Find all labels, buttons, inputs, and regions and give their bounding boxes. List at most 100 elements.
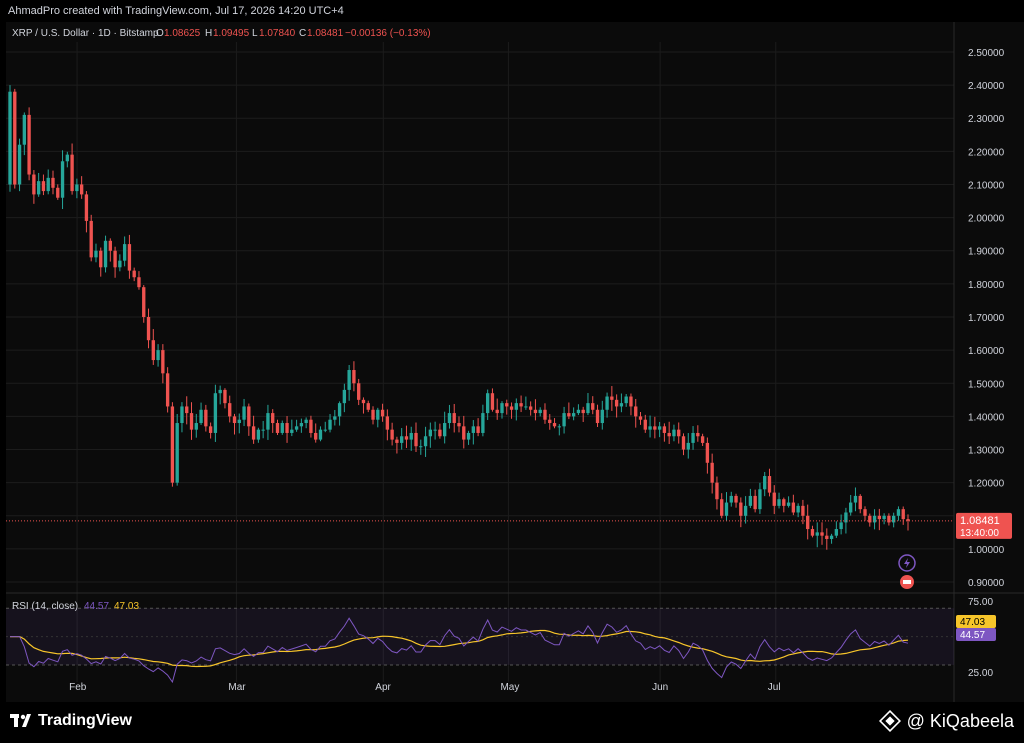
candle-body [285, 423, 289, 433]
candle-body [175, 423, 179, 483]
high-value: 1.09495 [213, 28, 250, 39]
candle-body [84, 194, 89, 221]
candle-body [194, 423, 198, 430]
time-axis-tick: Apr [375, 682, 391, 693]
candle-body [13, 91, 17, 185]
price-axis-tick: 1.90000 [968, 247, 1005, 258]
candle-body [99, 250, 103, 268]
candle-body [294, 426, 299, 430]
candle-body [323, 429, 327, 431]
candle-body [829, 535, 834, 539]
candle-body [165, 373, 170, 407]
candle-body [423, 436, 428, 447]
candle-body [591, 403, 595, 410]
candle-body [347, 370, 351, 390]
candle-body [753, 495, 757, 510]
candle-body [806, 515, 810, 530]
candle-body [576, 409, 581, 414]
flag-icon[interactable] [900, 575, 914, 589]
candle-body [118, 260, 122, 268]
price-axis-tick: 1.50000 [968, 379, 1005, 390]
candle-body [514, 403, 518, 410]
price-axis-tick: 2.20000 [968, 147, 1005, 158]
candle-body [466, 432, 471, 440]
candle-body [557, 426, 561, 428]
candle-body [32, 174, 36, 195]
candle-body [103, 240, 108, 268]
candle-body [677, 429, 681, 437]
candle-body [204, 409, 208, 427]
candle-body [371, 409, 375, 420]
candle-body [228, 403, 232, 417]
candle-body [256, 429, 261, 440]
candle-body [505, 403, 509, 407]
candle-body [614, 399, 619, 407]
candle-body [318, 429, 323, 440]
candle-body [485, 393, 490, 414]
candle-body [75, 184, 79, 192]
price-chart-svg[interactable]: 2.50000 2.40000 2.30000 2.20000 2.10000 2.000… [6, 22, 1024, 702]
candle-body [51, 177, 55, 188]
candle-body [462, 426, 466, 440]
candle-body [361, 399, 366, 404]
price-axis-tick: 0.90000 [968, 578, 1005, 589]
candle-body [223, 389, 227, 404]
candle-body [538, 409, 542, 414]
rsi-layer [6, 607, 954, 684]
candle-body [146, 317, 151, 341]
candle-body [60, 161, 65, 198]
candle-body [247, 406, 251, 427]
candle-body [414, 432, 418, 447]
tradingview-logo-text: TradingView [38, 712, 132, 729]
candle-body [700, 436, 705, 443]
candle-body [65, 154, 69, 162]
candle-body [657, 426, 662, 430]
axis-layer: 2.50000 2.40000 2.30000 2.20000 2.10000 2.000… [69, 48, 1004, 693]
time-axis-tick: Jul [768, 682, 781, 693]
rsi-ma-badge-text: 47.03 [960, 617, 985, 628]
candle-body [380, 409, 385, 417]
candle-body [8, 91, 12, 185]
candle-body [357, 383, 361, 400]
candle-body [767, 476, 772, 493]
candle-body [610, 396, 614, 400]
candle-body [524, 406, 528, 408]
price-axis-tick: 1.40000 [968, 412, 1005, 423]
attribution-bar: AhmadPro created with TradingView.com, J… [0, 0, 1024, 22]
candle-body [36, 181, 41, 195]
candle-body [232, 416, 237, 424]
candle-body [662, 426, 667, 433]
candle-body [624, 396, 628, 404]
candle-body [681, 436, 686, 450]
author-handle: @ KiQabeela [906, 710, 1014, 731]
tradingview-logo[interactable]: TradingView [10, 712, 132, 730]
candle-body [548, 419, 552, 424]
change-value: −0.00136 (−0.13%) [345, 28, 431, 39]
candle-body [533, 409, 538, 414]
candle-body [638, 416, 643, 420]
candle-body [366, 403, 370, 410]
candle-body [882, 515, 886, 520]
candle-body [648, 426, 652, 430]
candle-body [376, 409, 380, 420]
candle-body [519, 403, 523, 407]
chart-screenshot: AhmadPro created with TradingView.com, J… [0, 0, 1024, 743]
candle-body [581, 409, 585, 414]
rsi-legend-ma: 47.03 [114, 601, 139, 612]
candle-body [447, 413, 452, 424]
candle-body [309, 419, 313, 433]
price-axis-tick: 1.60000 [968, 346, 1005, 357]
candle-body [56, 187, 60, 198]
footer: TradingView @ KiQabeela [0, 702, 1024, 743]
candle-body [275, 423, 280, 433]
candle-body [457, 423, 461, 427]
candle-body [142, 287, 146, 317]
price-axis-tick: 2.10000 [968, 180, 1005, 191]
price-axis-tick: 1.70000 [968, 313, 1005, 324]
price-axis-tick: 1.00000 [968, 545, 1005, 556]
lightning-icon[interactable] [898, 554, 916, 572]
price-axis-tick: 2.30000 [968, 114, 1005, 125]
chart-area[interactable]: 2.50000 2.40000 2.30000 2.20000 2.10000 2.000… [6, 22, 1024, 702]
candle-body [127, 244, 132, 271]
price-axis-tick: 2.00000 [968, 214, 1005, 225]
